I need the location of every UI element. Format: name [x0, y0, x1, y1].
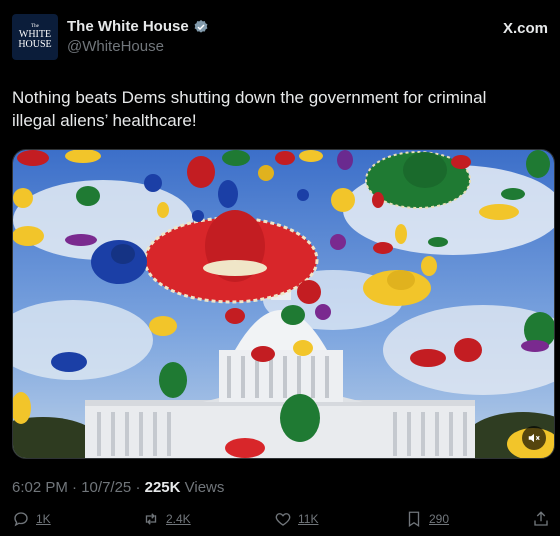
reply-count: 1K	[36, 512, 51, 526]
tweet-date[interactable]: 10/7/25	[81, 479, 131, 496]
meta-separator: ·	[135, 479, 145, 496]
like-count: 11K	[298, 512, 319, 526]
video-player[interactable]	[12, 149, 555, 459]
mute-icon	[528, 433, 540, 443]
video-frame	[13, 150, 554, 458]
bookmark-count: 290	[429, 512, 450, 526]
display-name[interactable]: The White House	[67, 18, 189, 35]
share-icon	[534, 511, 548, 526]
bookmark-icon	[408, 511, 420, 528]
handle[interactable]: @WhiteHouse	[67, 38, 209, 55]
share-button[interactable]	[532, 510, 550, 528]
tweet-time[interactable]: 6:02 PM	[12, 479, 68, 496]
reply-button[interactable]: 1K	[12, 510, 51, 528]
avatar[interactable]: The WHITE HOUSE	[12, 14, 58, 60]
retweet-button[interactable]: 2.4K	[142, 510, 191, 528]
mute-button[interactable]	[522, 426, 546, 450]
verified-badge-icon	[194, 19, 208, 33]
views-label: Views	[184, 479, 225, 496]
display-name-row[interactable]: The White House	[67, 18, 209, 35]
tweet-card: The WHITE HOUSE The White House @WhiteHo…	[0, 0, 560, 536]
tweet-text: Nothing beats Dems shutting down the gov…	[12, 88, 487, 130]
bookmark-button[interactable]: 290	[405, 510, 449, 528]
avatar-line-3: HOUSE	[18, 39, 52, 50]
action-bar: 1K 2.4K 11K 290	[12, 510, 552, 530]
retweet-count: 2.4K	[166, 512, 191, 526]
author-block: The White House @WhiteHouse	[67, 18, 209, 55]
like-button[interactable]: 11K	[274, 510, 318, 528]
reply-icon	[14, 512, 28, 527]
heart-icon	[275, 513, 291, 526]
retweet-icon	[145, 513, 157, 525]
site-label: X.com	[502, 20, 548, 37]
views-count: 225K	[144, 479, 181, 496]
tweet-meta: 6:02 PM · 10/7/25 · 225K Views	[12, 479, 224, 496]
tweet-header: The WHITE HOUSE The White House @WhiteHo…	[12, 12, 548, 60]
meta-separator: ·	[72, 479, 82, 496]
